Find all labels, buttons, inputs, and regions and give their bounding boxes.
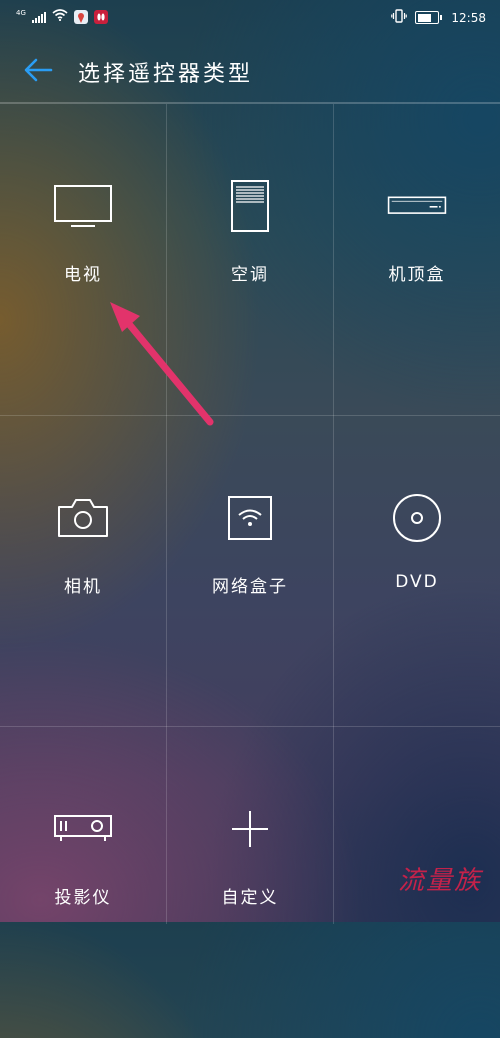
network-box-icon xyxy=(220,488,280,548)
device-label: 投影仪 xyxy=(54,888,112,908)
huawei-app-icon xyxy=(93,9,108,24)
device-set-top-box[interactable]: 机顶盒 xyxy=(334,104,500,415)
device-custom[interactable]: 自定义 xyxy=(167,727,333,1038)
watermark: 流量族 xyxy=(398,866,483,896)
device-label: 机顶盒 xyxy=(388,265,446,285)
camera-icon xyxy=(53,488,113,548)
battery-icon xyxy=(415,11,443,24)
signal-icon xyxy=(31,11,46,23)
device-camera[interactable]: 相机 xyxy=(0,416,166,727)
device-label: 空调 xyxy=(231,265,269,285)
device-label: 网络盒子 xyxy=(212,577,288,597)
wifi-icon xyxy=(52,9,68,24)
device-projector[interactable]: 投影仪 xyxy=(0,727,166,1038)
location-app-icon xyxy=(73,9,88,24)
network-type-label: 4G xyxy=(16,8,26,17)
page-title: 选择遥控器类型 xyxy=(78,62,254,87)
clock: 12:58 xyxy=(451,10,486,25)
device-label: 相机 xyxy=(64,577,102,597)
device-network-box[interactable]: 网络盒子 xyxy=(167,416,333,727)
plus-icon xyxy=(220,799,280,859)
remote-type-grid: 电视 空调 机顶盒 相机 网络盒子 DVD 投影仪 自定义 xyxy=(0,102,500,924)
tv-icon xyxy=(53,176,113,236)
projector-icon xyxy=(53,799,113,859)
device-air-conditioner[interactable]: 空调 xyxy=(167,104,333,415)
status-bar: 4G 12:58 xyxy=(0,0,500,38)
vibrate-icon xyxy=(391,9,408,26)
device-label: DVD xyxy=(395,572,439,592)
device-tv[interactable]: 电视 xyxy=(0,104,166,415)
back-button[interactable] xyxy=(20,52,56,88)
device-label: 自定义 xyxy=(221,888,279,908)
dvd-icon xyxy=(387,488,447,548)
device-dvd[interactable]: DVD xyxy=(334,416,500,727)
air-conditioner-icon xyxy=(220,176,280,236)
device-label: 电视 xyxy=(64,265,102,285)
set-top-box-icon xyxy=(387,176,447,236)
app-bar: 选择遥控器类型 xyxy=(0,38,500,102)
back-arrow-icon xyxy=(24,58,53,82)
